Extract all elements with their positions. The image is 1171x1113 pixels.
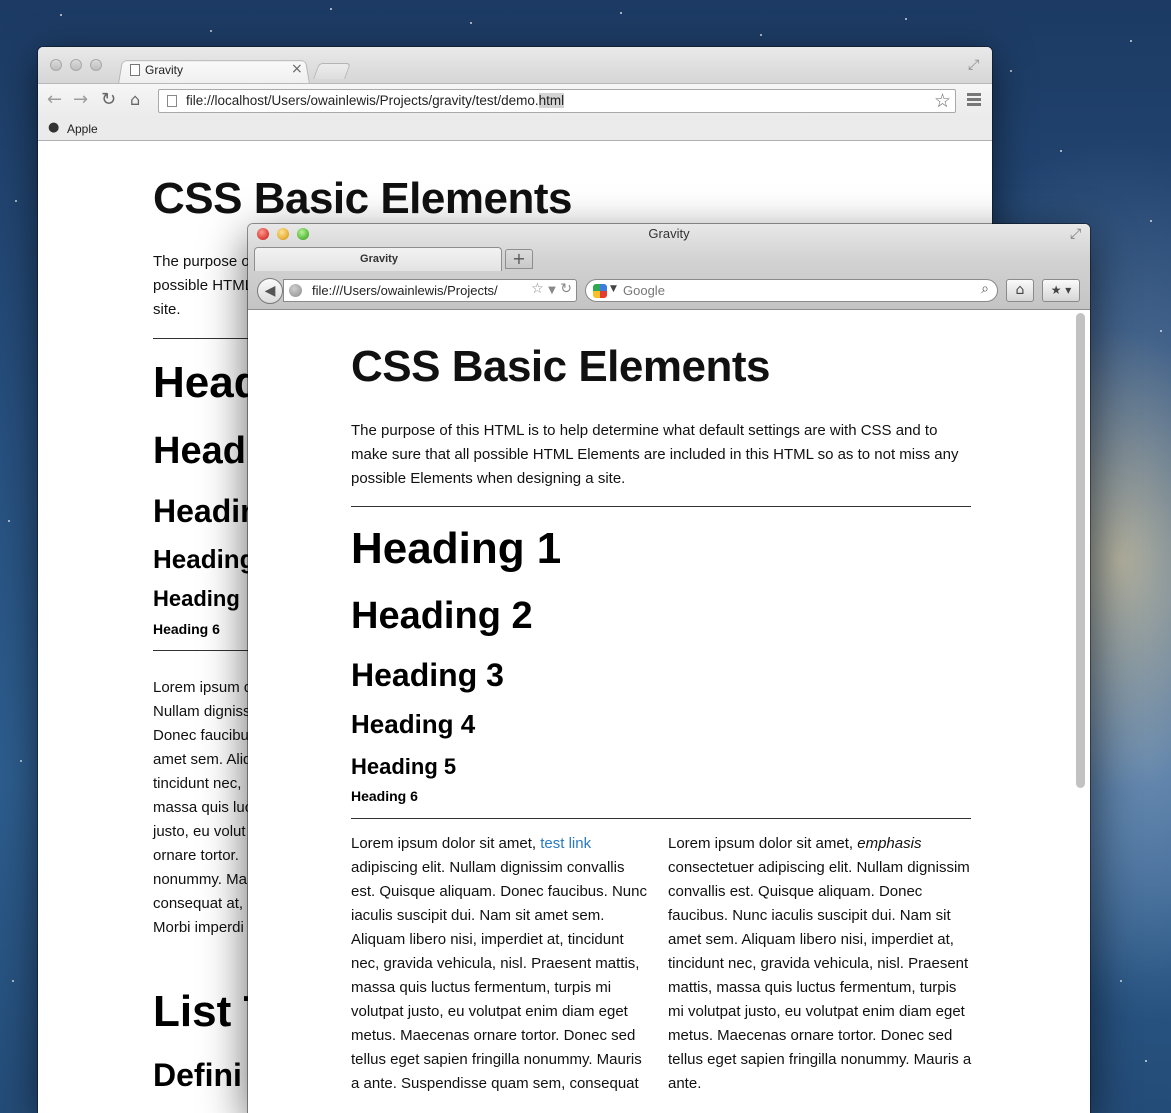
heading-6: Heading 6 bbox=[153, 621, 220, 637]
new-tab-button[interactable]: + bbox=[505, 249, 533, 269]
body-column-2: Lorem ipsum dolor sit amet, emphasis con… bbox=[668, 835, 972, 1092]
body-line: consequat at, bbox=[153, 895, 244, 912]
close-tab-icon[interactable]: × bbox=[291, 61, 303, 77]
firefox-window: Gravity ⤢ Gravity + ◀ file:///Users/owai… bbox=[248, 224, 1090, 1113]
zoom-window-button[interactable] bbox=[90, 59, 102, 71]
heading-1: Heading 1 bbox=[351, 524, 562, 573]
body-line: amet sem. Aliq bbox=[153, 751, 252, 768]
heading-6: Heading 6 bbox=[351, 788, 418, 804]
reload-icon[interactable]: ↻ bbox=[101, 90, 116, 110]
body-line: ornare tortor. bbox=[153, 847, 239, 864]
home-icon[interactable]: ⌂ bbox=[130, 90, 140, 110]
chevron-down-icon[interactable]: ▼ bbox=[610, 284, 617, 294]
body-column-1: Lorem ipsum dolor sit amet, test link ad… bbox=[351, 835, 647, 1092]
heading-4: Heading bbox=[153, 544, 256, 574]
page-title: CSS Basic Elements bbox=[153, 174, 572, 223]
body-line: Nullam digniss bbox=[153, 703, 251, 720]
definition-heading: Defini bbox=[153, 1057, 242, 1093]
heading-4: Heading 4 bbox=[351, 709, 476, 739]
fullscreen-icon[interactable]: ⤢ bbox=[1070, 226, 1081, 242]
page-icon bbox=[167, 95, 177, 107]
window-title: Gravity bbox=[648, 226, 690, 241]
scrollbar-thumb[interactable] bbox=[1076, 313, 1085, 788]
firefox-tab-title: Gravity bbox=[360, 253, 398, 265]
heading-1: Head bbox=[153, 358, 261, 407]
page-icon bbox=[130, 64, 140, 76]
star-icon[interactable]: ☆ bbox=[531, 281, 544, 297]
heading-2: Heading 2 bbox=[351, 595, 533, 637]
new-tab-button[interactable] bbox=[313, 63, 351, 79]
forward-arrow-icon[interactable]: → bbox=[73, 90, 88, 110]
divider bbox=[153, 338, 253, 339]
heading-5: Heading 5 bbox=[351, 754, 457, 779]
bookmarks-bar: ● Apple bbox=[38, 117, 992, 141]
divider bbox=[351, 506, 971, 507]
heading-3: Heading 3 bbox=[351, 657, 504, 693]
firefox-tab[interactable]: Gravity bbox=[254, 247, 502, 271]
intro-line: The purpose o bbox=[153, 253, 250, 270]
emphasis-text: emphasis bbox=[857, 835, 922, 852]
url-actions: ☆ ▼ ↻ bbox=[531, 281, 572, 297]
body-line: justo, eu volut bbox=[153, 823, 246, 840]
bookmarks-button[interactable]: ★ ▾ bbox=[1042, 279, 1080, 302]
home-button[interactable]: ⌂ bbox=[1006, 279, 1034, 302]
body-line: nonummy. Ma bbox=[153, 871, 247, 888]
chrome-toolbar: ← → ↻ ⌂ file://localhost/Users/owainlewi… bbox=[38, 83, 992, 117]
body-line: Morbi imperdi bbox=[153, 919, 244, 936]
close-window-button[interactable] bbox=[50, 59, 62, 71]
search-icon[interactable]: ⌕ bbox=[981, 281, 989, 297]
firefox-titlebar: Gravity ⤢ Gravity + ◀ file:///Users/owai… bbox=[248, 224, 1090, 310]
star-icon[interactable]: ☆ bbox=[934, 90, 951, 112]
back-arrow-icon[interactable]: ◀ bbox=[257, 278, 283, 304]
bookmark-apple[interactable]: Apple bbox=[67, 122, 98, 136]
reload-icon[interactable]: ↻ bbox=[560, 281, 572, 297]
firefox-page-content: CSS Basic Elements The purpose of this H… bbox=[248, 311, 1090, 1113]
intro-line: site. bbox=[153, 301, 181, 318]
divider bbox=[153, 650, 253, 651]
test-link[interactable]: test link bbox=[540, 835, 591, 852]
url-text: file:///Users/owainlewis/Projects/ bbox=[312, 283, 498, 298]
chrome-tab-title: Gravity bbox=[145, 63, 184, 77]
apple-icon: ● bbox=[48, 120, 60, 135]
body-line: tincidunt nec, bbox=[153, 775, 242, 792]
url-selection: html bbox=[538, 93, 565, 108]
page-title: CSS Basic Elements bbox=[351, 342, 770, 391]
fullscreen-icon[interactable]: ⤢ bbox=[968, 57, 979, 73]
chrome-tab-strip: Gravity × ⤢ bbox=[38, 47, 992, 84]
url-text: file://localhost/Users/owainlewis/Projec… bbox=[186, 93, 565, 108]
minimize-window-button[interactable] bbox=[70, 59, 82, 71]
intro-line: possible HTML bbox=[153, 277, 254, 294]
back-arrow-icon[interactable]: ← bbox=[47, 90, 62, 110]
body-line: Donec faucibu bbox=[153, 727, 249, 744]
heading-2: Head bbox=[153, 430, 246, 472]
intro-paragraph: The purpose of this HTML is to help dete… bbox=[351, 422, 959, 487]
dropdown-icon[interactable]: ▼ bbox=[548, 285, 556, 296]
search-placeholder: Google bbox=[623, 283, 665, 298]
heading-5: Heading bbox=[153, 586, 240, 611]
address-bar[interactable]: file:///Users/owainlewis/Projects/ ☆ ▼ ↻ bbox=[283, 279, 577, 302]
menu-icon[interactable] bbox=[967, 93, 981, 108]
divider bbox=[351, 818, 971, 819]
address-bar[interactable]: file://localhost/Users/owainlewis/Projec… bbox=[158, 89, 956, 113]
google-icon[interactable] bbox=[593, 284, 607, 298]
body-line: massa quis luc bbox=[153, 799, 253, 816]
search-box[interactable]: ▼ Google ⌕ bbox=[585, 279, 998, 302]
body-line: Lorem ipsum d bbox=[153, 679, 253, 696]
globe-icon bbox=[289, 284, 302, 297]
